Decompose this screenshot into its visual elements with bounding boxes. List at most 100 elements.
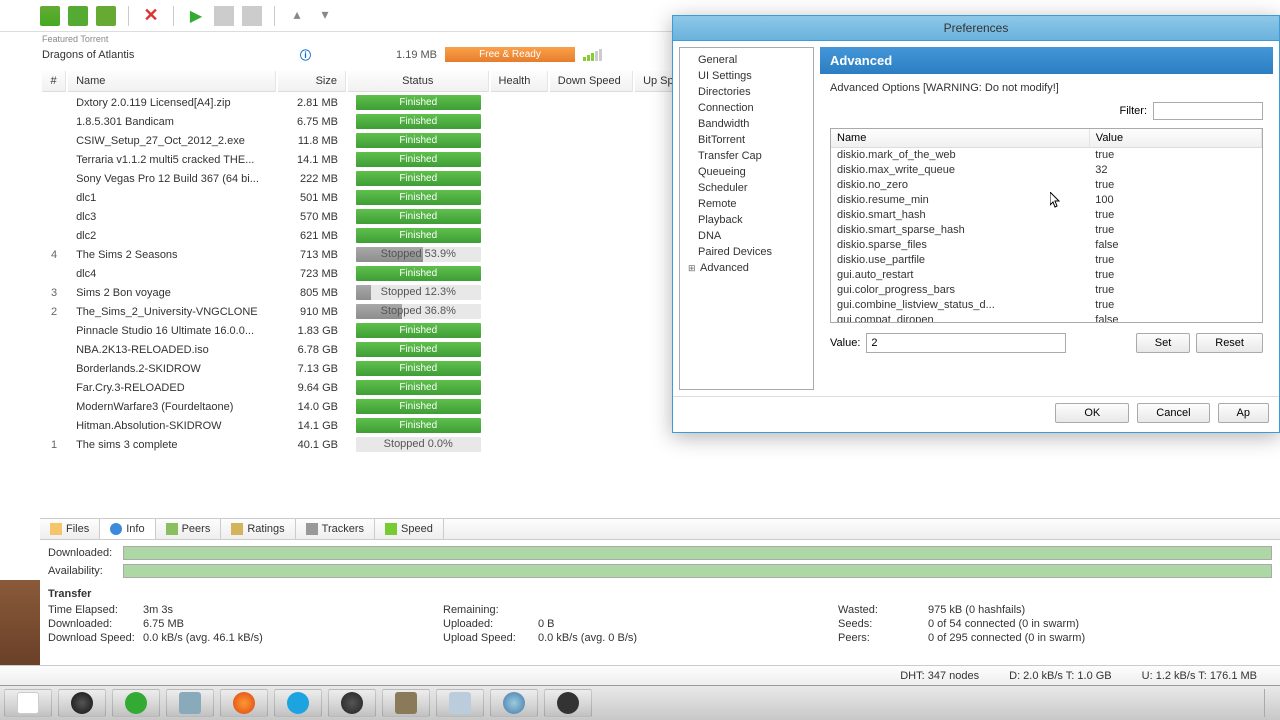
prefs-tree[interactable]: GeneralUI SettingsDirectoriesConnectionB… xyxy=(679,47,814,390)
col-num[interactable]: # xyxy=(42,71,66,92)
table-row[interactable]: 3Sims 2 Bon voyage805 MBStopped 12.3% xyxy=(42,284,708,301)
option-row[interactable]: gui.color_progress_barstrue xyxy=(831,283,1262,298)
option-row[interactable]: diskio.smart_sparse_hashtrue xyxy=(831,223,1262,238)
option-row[interactable]: diskio.sparse_filesfalse xyxy=(831,238,1262,253)
table-row[interactable]: dlc3570 MBFinished xyxy=(42,208,708,225)
col-value[interactable]: Value xyxy=(1089,129,1261,148)
remove-icon[interactable]: ✕ xyxy=(141,6,161,26)
table-row[interactable]: 2The_Sims_2_University-VNGCLONE910 MBSto… xyxy=(42,303,708,320)
tree-item[interactable]: ⊞Advanced xyxy=(684,260,809,276)
col-size[interactable]: Size xyxy=(278,71,346,92)
pause-icon xyxy=(214,6,234,26)
downloaded-label: Downloaded: xyxy=(48,547,123,559)
option-row[interactable]: gui.auto_restarttrue xyxy=(831,268,1262,283)
add-url-icon[interactable] xyxy=(68,6,88,26)
tab-files[interactable]: Files xyxy=(40,519,100,539)
set-button[interactable]: Set xyxy=(1136,333,1191,353)
ok-button[interactable]: OK xyxy=(1055,403,1129,423)
table-row[interactable]: Dxtory 2.0.119 Licensed[A4].zip2.81 MBFi… xyxy=(42,94,708,111)
tree-item[interactable]: Paired Devices xyxy=(684,244,809,260)
col-name[interactable]: Name xyxy=(68,71,276,92)
tree-item[interactable]: UI Settings xyxy=(684,68,809,84)
table-row[interactable]: Terraria v1.1.2 multi5 cracked THE...14.… xyxy=(42,151,708,168)
tab-peers[interactable]: Peers xyxy=(156,519,222,539)
table-row[interactable]: dlc2621 MBFinished xyxy=(42,227,708,244)
tree-item[interactable]: Directories xyxy=(684,84,809,100)
reset-button[interactable]: Reset xyxy=(1196,333,1263,353)
down-status[interactable]: D: 2.0 kB/s T: 1.0 GB xyxy=(1009,670,1112,682)
table-row[interactable]: CSIW_Setup_27_Oct_2012_2.exe11.8 MBFinis… xyxy=(42,132,708,149)
tree-item[interactable]: DNA xyxy=(684,228,809,244)
col-status[interactable]: Status xyxy=(348,71,489,92)
downloaded-bar xyxy=(123,546,1272,560)
col-name[interactable]: Name xyxy=(831,129,1089,148)
add-torrent-icon[interactable] xyxy=(40,6,60,26)
info-icon xyxy=(110,523,122,535)
tab-ratings[interactable]: Ratings xyxy=(221,519,295,539)
move-up-icon[interactable]: ▴ xyxy=(287,6,307,26)
option-row[interactable]: diskio.no_zerotrue xyxy=(831,178,1262,193)
tree-item[interactable]: Connection xyxy=(684,100,809,116)
tree-item[interactable]: BitTorrent xyxy=(684,132,809,148)
show-desktop[interactable] xyxy=(1264,689,1276,717)
table-row[interactable]: 1.8.5.301 Bandicam6.75 MBFinished xyxy=(42,113,708,130)
move-down-icon[interactable]: ▾ xyxy=(315,6,335,26)
taskbar-gimp[interactable] xyxy=(382,689,430,717)
tab-info[interactable]: Info xyxy=(100,519,155,539)
table-row[interactable]: Far.Cry.3-RELOADED9.64 GBFinished xyxy=(42,379,708,396)
taskbar-firefox[interactable] xyxy=(220,689,268,717)
taskbar-app1[interactable] xyxy=(58,689,106,717)
option-row[interactable]: gui.combine_listview_status_d...true xyxy=(831,298,1262,313)
taskbar-utorrent[interactable] xyxy=(112,689,160,717)
dht-status[interactable]: DHT: 347 nodes xyxy=(900,670,979,682)
option-row[interactable]: diskio.resume_min100 xyxy=(831,193,1262,208)
apply-button[interactable]: Ap xyxy=(1218,403,1269,423)
cancel-button[interactable]: Cancel xyxy=(1137,403,1209,423)
header-row[interactable]: # Name Size Status Health Down Speed Up … xyxy=(42,71,708,92)
taskbar-app3[interactable] xyxy=(328,689,376,717)
table-row[interactable]: Borderlands.2-SKIDROW7.13 GBFinished xyxy=(42,360,708,377)
table-row[interactable]: Hitman.Absolution-SKIDROW14.1 GBFinished xyxy=(42,417,708,434)
taskbar-skype[interactable] xyxy=(274,689,322,717)
value-input[interactable] xyxy=(866,333,1066,353)
tree-item[interactable]: Playback xyxy=(684,212,809,228)
option-row[interactable]: diskio.use_partfiletrue xyxy=(831,253,1262,268)
create-torrent-icon[interactable] xyxy=(96,6,116,26)
start-icon[interactable]: ▶ xyxy=(186,6,206,26)
option-row[interactable]: diskio.max_write_queue32 xyxy=(831,163,1262,178)
tab-trackers[interactable]: Trackers xyxy=(296,519,375,539)
filter-input[interactable] xyxy=(1153,102,1263,120)
health-icon xyxy=(583,49,602,61)
option-row[interactable]: gui.compat_diropenfalse xyxy=(831,313,1262,324)
col-down[interactable]: Down Speed xyxy=(550,71,633,92)
tree-item[interactable]: Transfer Cap xyxy=(684,148,809,164)
tab-speed[interactable]: Speed xyxy=(375,519,444,539)
tree-item[interactable]: Remote xyxy=(684,196,809,212)
tree-item[interactable]: General xyxy=(684,52,809,68)
availability-bar xyxy=(123,564,1272,578)
advanced-options-table[interactable]: Name Value diskio.mark_of_the_webtruedis… xyxy=(830,128,1263,323)
tree-item[interactable]: Queueing xyxy=(684,164,809,180)
option-row[interactable]: diskio.smart_hashtrue xyxy=(831,208,1262,223)
up-status[interactable]: U: 1.2 kB/s T: 176.1 MB xyxy=(1142,670,1257,682)
taskbar-steam[interactable] xyxy=(544,689,592,717)
tree-item[interactable]: Bandwidth xyxy=(684,116,809,132)
table-row[interactable]: Pinnacle Studio 16 Ultimate 16.0.0...1.8… xyxy=(42,322,708,339)
option-row[interactable]: diskio.mark_of_the_webtrue xyxy=(831,148,1262,163)
taskbar-safari[interactable] xyxy=(490,689,538,717)
table-row[interactable]: dlc4723 MBFinished xyxy=(42,265,708,282)
taskbar-app2[interactable] xyxy=(166,689,214,717)
table-row[interactable]: ModernWarfare3 (Fourdeltaone)14.0 GBFini… xyxy=(42,398,708,415)
info-icon[interactable]: ⓘ xyxy=(300,47,311,63)
table-row[interactable]: dlc1501 MBFinished xyxy=(42,189,708,206)
table-row[interactable]: Sony Vegas Pro 12 Build 367 (64 bi...222… xyxy=(42,170,708,187)
table-row[interactable]: NBA.2K13-RELOADED.iso6.78 GBFinished xyxy=(42,341,708,358)
col-health[interactable]: Health xyxy=(491,71,548,92)
table-row[interactable]: 1The sims 3 complete40.1 GBStopped 0.0% xyxy=(42,436,708,453)
taskbar-explorer[interactable] xyxy=(4,689,52,717)
table-row[interactable]: 4The Sims 2 Seasons713 MBStopped 53.9% xyxy=(42,246,708,263)
prefs-title[interactable]: Preferences xyxy=(673,16,1279,41)
availability-label: Availability: xyxy=(48,565,123,577)
taskbar-notepad[interactable] xyxy=(436,689,484,717)
tree-item[interactable]: Scheduler xyxy=(684,180,809,196)
